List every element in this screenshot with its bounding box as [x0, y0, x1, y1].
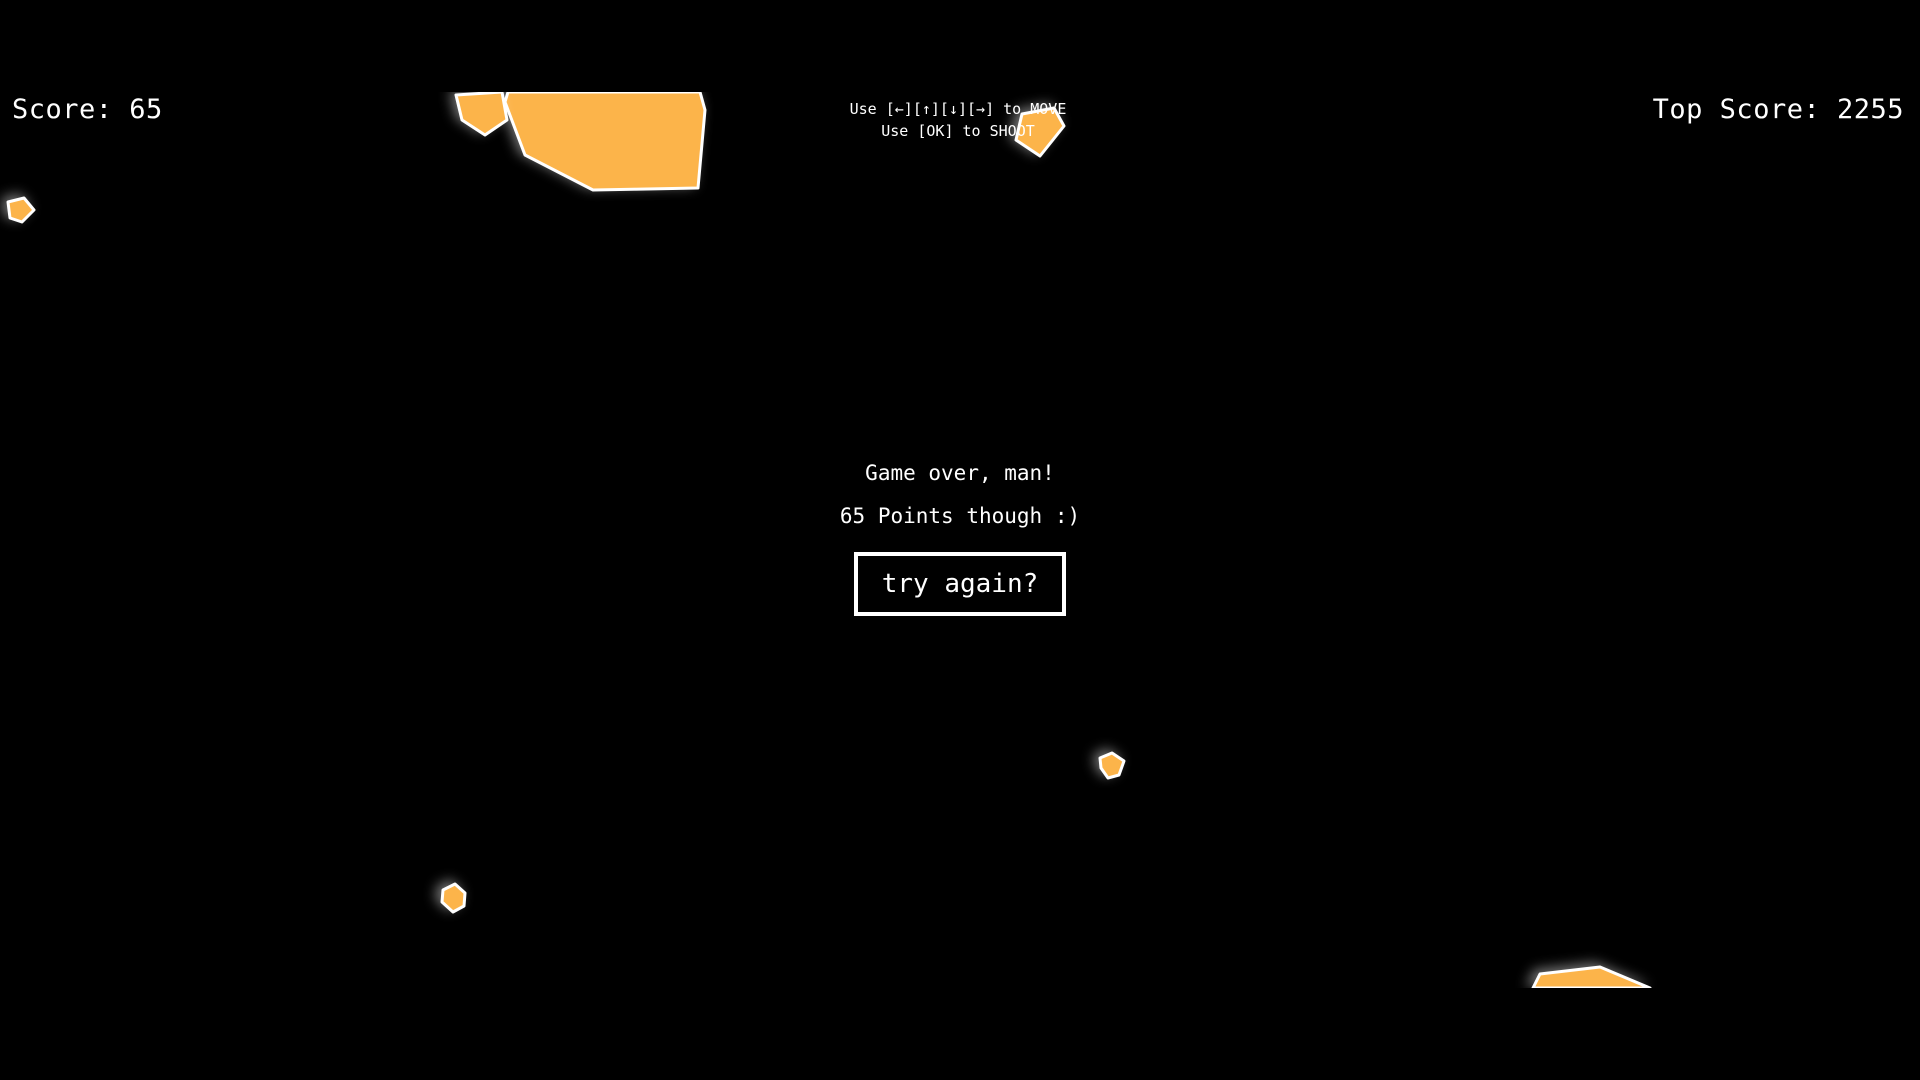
top-score-display: Top Score: 2255 — [1652, 94, 1904, 125]
asteroid-small — [454, 92, 509, 137]
try-again-button[interactable]: try again? — [854, 552, 1066, 616]
asteroid-large — [503, 92, 707, 192]
asteroid-small — [1098, 751, 1126, 780]
game-over-panel: Game over, man! 65 Points though :) try … — [760, 460, 1160, 616]
move-instruction: Use [←][↑][↓][→] to MOVE — [849, 100, 1067, 118]
shoot-instruction: Use [OK] to SHOOT — [881, 122, 1035, 140]
game-over-title: Game over, man! — [865, 461, 1055, 485]
asteroid-small — [440, 882, 467, 914]
score-display: Score: 65 — [12, 94, 163, 125]
game-over-points: 65 Points though :) — [839, 504, 1081, 528]
controls-instructions: Use [←][↑][↓][→] to MOVE Use [OK] to SHO… — [808, 98, 1108, 142]
asteroid-small — [6, 196, 36, 224]
game-screen: Score: 65 Top Score: 2255 Use [←][↑][↓][… — [0, 0, 1920, 1080]
asteroid-medium — [1531, 965, 1652, 988]
